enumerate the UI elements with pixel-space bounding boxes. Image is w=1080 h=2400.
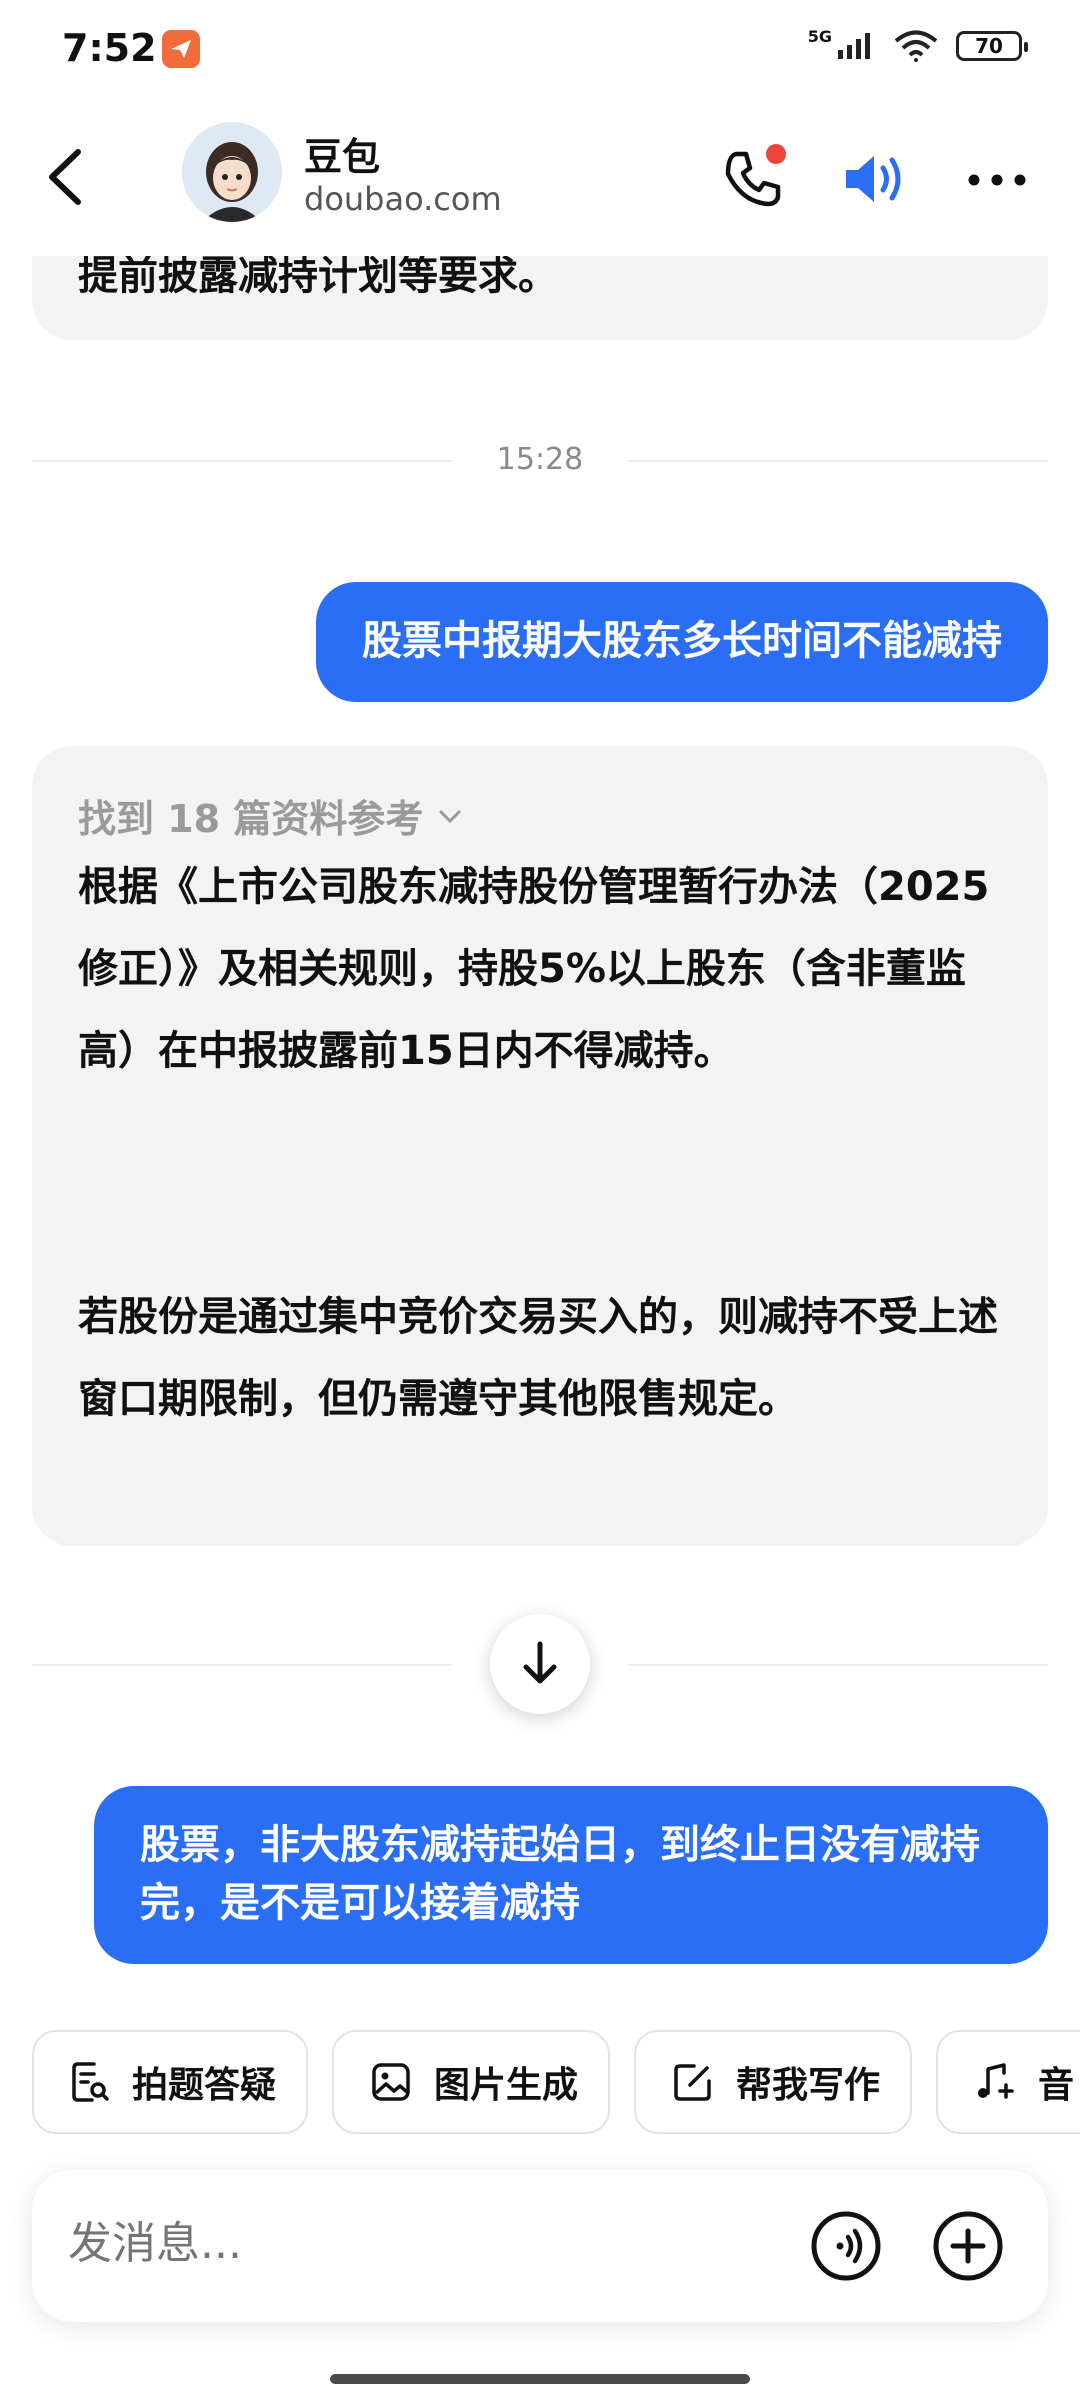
answer-paragraph: 若股份是通过集中竞价交易买入的，则减持不受上述窗口期限制，但仍需遵守其他限售规定… — [78, 1294, 998, 1422]
user-message-bubble[interactable]: 股票，非大股东减持起始日，到终止日没有减持完，是不是可以接着减持 — [94, 1786, 1048, 1964]
signal-icon — [838, 33, 870, 59]
quick-action-music[interactable]: 音 — [936, 2030, 1080, 2134]
status-time: 7:52 — [62, 26, 157, 70]
music-icon — [978, 2063, 1014, 2099]
chat-list[interactable]: 提前披露减持计划等要求。 15:28 股票中报期大股东多长时间不能减持 找到 1… — [0, 256, 1080, 2006]
quick-action-label: 音 — [1038, 2065, 1075, 2106]
send-app-icon — [162, 30, 200, 68]
bot-name: 豆包 — [304, 135, 381, 179]
back-button[interactable] — [38, 142, 98, 212]
voice-input-button[interactable] — [810, 2210, 882, 2282]
references-label: 找到 18 篇资料参考 — [78, 797, 424, 841]
scroll-to-bottom-button[interactable] — [490, 1614, 590, 1714]
photo-question-icon — [72, 2062, 109, 2102]
edit-icon — [674, 2064, 711, 2101]
more-button[interactable] — [964, 160, 1034, 200]
quick-action-photo-question[interactable]: 拍题答疑 — [32, 2030, 309, 2134]
message-composer — [32, 2170, 1048, 2322]
ai-message-text: 提前披露减持计划等要求。 — [78, 256, 558, 299]
status-bar: 7:52 5G 70 — [0, 0, 1080, 100]
ai-answer-bubble: 找到 18 篇资料参考 根据《上市公司股东减持股份管理暂行办法（2025修正）》… — [32, 746, 1048, 1546]
user-message-bubble[interactable]: 股票中报期大股东多长时间不能减持 — [316, 582, 1048, 702]
speaker-icon — [846, 156, 901, 202]
quick-actions: 拍题答疑 图片生成 帮我写作 音 — [32, 2030, 1080, 2134]
network-type: 5G — [807, 26, 832, 46]
wifi-icon — [894, 30, 938, 62]
home-indicator[interactable] — [330, 2374, 750, 2384]
back-icon — [49, 149, 81, 205]
arrow-down-icon — [523, 1641, 557, 1684]
voice-playback-button[interactable] — [840, 146, 910, 212]
quick-action-label: 图片生成 — [434, 2065, 579, 2106]
quick-action-writing[interactable]: 帮我写作 — [634, 2030, 913, 2134]
status-indicators: 5G 70 — [807, 26, 1028, 62]
call-button[interactable] — [718, 144, 788, 214]
quick-action-image-gen[interactable]: 图片生成 — [332, 2030, 611, 2134]
call-badge — [766, 144, 786, 164]
image-icon — [372, 2063, 410, 2101]
divider-line — [628, 460, 1048, 462]
voice-icon — [811, 2211, 881, 2281]
quick-action-label: 拍题答疑 — [132, 2065, 277, 2106]
references-toggle[interactable]: 找到 18 篇资料参考 — [78, 788, 465, 843]
divider-line — [628, 1664, 1048, 1666]
chat-header: 豆包 doubao.com — [0, 100, 1080, 256]
chat-screen: 7:52 5G 70 豆包 doubao.com 提前披露减持计划等要求。 15… — [0, 0, 1080, 2400]
quick-action-label: 帮我写作 — [736, 2065, 881, 2106]
bot-avatar[interactable] — [182, 122, 282, 222]
answer-paragraph: 根据《上市公司股东减持股份管理暂行办法（2025修正）》及相关规则，持股5%以上… — [78, 864, 990, 1074]
timestamp-divider: 15:28 — [32, 440, 1048, 480]
battery-indicator: 70 — [956, 31, 1028, 61]
attach-button[interactable] — [932, 2210, 1004, 2282]
ai-message-bubble: 提前披露减持计划等要求。 — [32, 256, 1048, 340]
bot-domain: doubao.com — [304, 180, 502, 218]
message-input[interactable] — [68, 2218, 768, 2269]
more-icon — [968, 174, 1026, 186]
chevron-down-icon — [439, 810, 461, 823]
plus-icon — [933, 2211, 1003, 2281]
